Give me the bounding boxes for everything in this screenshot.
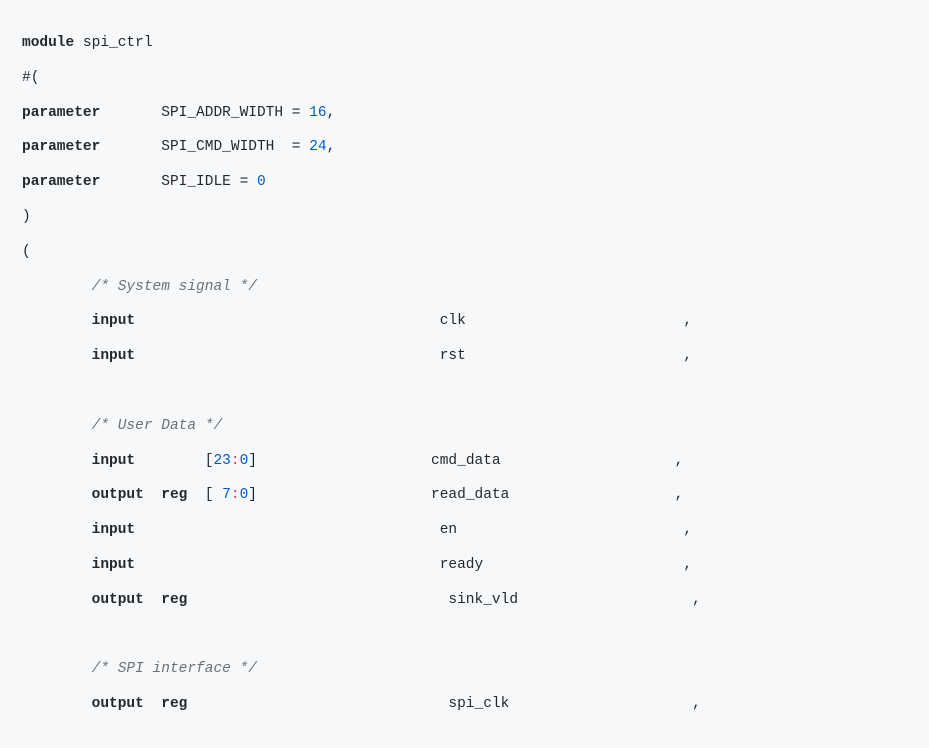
- eq: =: [231, 174, 257, 190]
- eq: =: [274, 139, 309, 155]
- comma: ,: [683, 522, 692, 538]
- colon: :: [231, 453, 240, 469]
- comma: ,: [683, 348, 692, 364]
- param-name: SPI_ADDR_WIDTH: [161, 105, 283, 121]
- port-ready: ready: [440, 557, 484, 573]
- port-sink-vld: sink_vld: [448, 592, 518, 608]
- comma: ,: [675, 487, 684, 503]
- keyword-parameter: parameter: [22, 105, 100, 121]
- eq: =: [283, 105, 309, 121]
- keyword-reg: reg: [161, 592, 187, 608]
- hash-paren: #(: [22, 70, 39, 86]
- port-en: en: [440, 522, 457, 538]
- comma: ,: [327, 139, 336, 155]
- port-spi-clk: spi_clk: [448, 696, 509, 712]
- range-lo: 0: [240, 487, 249, 503]
- comma: ,: [692, 592, 701, 608]
- keyword-input: input: [92, 522, 136, 538]
- comment-spi: /* SPI interface */: [92, 661, 257, 677]
- range-hi: 7: [213, 487, 230, 503]
- rbrack: ]: [248, 453, 257, 469]
- colon: :: [231, 487, 240, 503]
- port-read-data: read_data: [431, 487, 509, 503]
- close-paren: ): [22, 209, 31, 225]
- param-name: SPI_IDLE: [161, 174, 231, 190]
- keyword-input: input: [92, 557, 136, 573]
- port-cmd-data: cmd_data: [431, 453, 501, 469]
- module-name: spi_ctrl: [83, 35, 153, 51]
- param-name: SPI_CMD_WIDTH: [161, 139, 274, 155]
- open-paren: (: [22, 244, 31, 260]
- rbrack: ]: [248, 487, 257, 503]
- code-block: module spi_ctrl #( parameter SPI_ADDR_WI…: [22, 26, 907, 722]
- keyword-reg: reg: [161, 487, 187, 503]
- keyword-input: input: [92, 348, 136, 364]
- range-lo: 0: [240, 453, 249, 469]
- comma: ,: [692, 696, 701, 712]
- keyword-input: input: [92, 453, 136, 469]
- comma: ,: [683, 313, 692, 329]
- keyword-parameter: parameter: [22, 174, 100, 190]
- port-clk: clk: [440, 313, 466, 329]
- param-value: 16: [309, 105, 326, 121]
- keyword-reg: reg: [161, 696, 187, 712]
- keyword-output: output: [92, 696, 144, 712]
- port-rst: rst: [440, 348, 466, 364]
- comma: ,: [327, 105, 336, 121]
- param-value: 0: [257, 174, 266, 190]
- keyword-output: output: [92, 592, 144, 608]
- comment-system: /* System signal */: [92, 279, 257, 295]
- comment-user: /* User Data */: [92, 418, 223, 434]
- range-hi: 23: [213, 453, 230, 469]
- keyword-parameter: parameter: [22, 139, 100, 155]
- param-value: 24: [309, 139, 326, 155]
- keyword-output: output: [92, 487, 144, 503]
- comma: ,: [683, 557, 692, 573]
- keyword-module: module: [22, 35, 74, 51]
- comma: ,: [675, 453, 684, 469]
- keyword-input: input: [92, 313, 136, 329]
